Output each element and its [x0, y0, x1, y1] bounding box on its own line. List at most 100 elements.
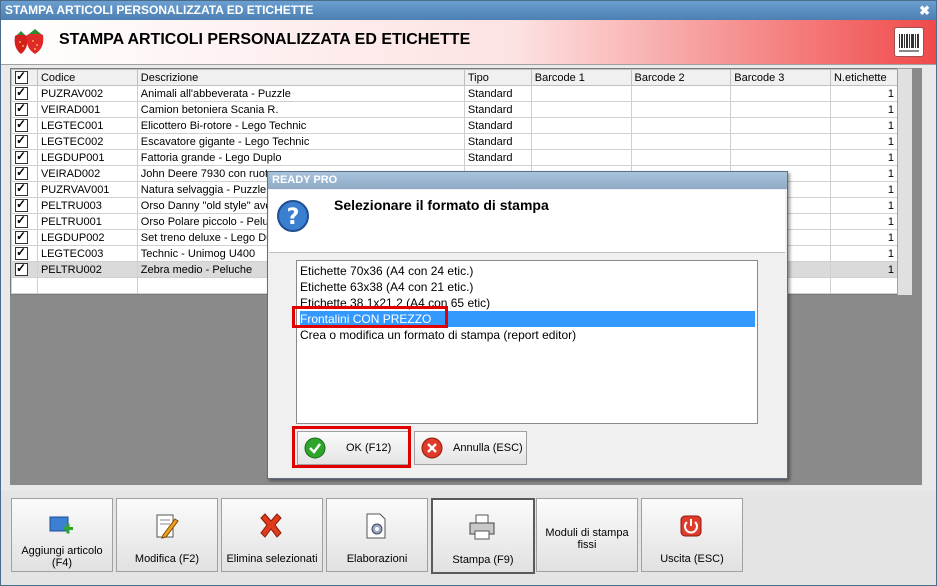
- cell-code: PELTRU002: [36, 261, 138, 278]
- row-checkbox[interactable]: [11, 245, 38, 262]
- cell-labels: 1: [829, 165, 899, 182]
- cell-description: Escavatore gigante - Lego Technic: [136, 133, 465, 150]
- column-header-barcode-2[interactable]: Barcode 2: [630, 69, 732, 86]
- dialog-titlebar[interactable]: READY PRO: [268, 172, 787, 189]
- list-item[interactable]: Etichette 70x36 (A4 con 24 etic.): [300, 263, 755, 279]
- question-icon: ?: [277, 200, 309, 232]
- processing-button[interactable]: Elaborazioni: [326, 498, 428, 572]
- page-header: STAMPA ARTICOLI PERSONALIZZATA ED ETICHE…: [1, 20, 936, 65]
- cell-labels: 1: [829, 85, 899, 102]
- cell-code: PUZRVAV001: [36, 181, 138, 198]
- row-checkbox[interactable]: [11, 101, 38, 118]
- cell-labels: 1: [829, 261, 899, 278]
- exit-button[interactable]: Uscita (ESC): [641, 498, 743, 572]
- cell-labels: 1: [829, 149, 899, 166]
- row-checkbox[interactable]: [11, 165, 38, 182]
- cell-labels: 1: [829, 133, 899, 150]
- dialog-message: Selezionare il formato di stampa: [334, 197, 549, 213]
- window-title: STAMPA ARTICOLI PERSONALIZZATA ED ETICHE…: [5, 3, 314, 17]
- cell-code: LEGTEC001: [36, 117, 138, 134]
- cell-barcode-3: [730, 149, 831, 166]
- cell-barcode-2: [630, 101, 732, 118]
- row-checkbox[interactable]: [11, 197, 38, 214]
- strawberry-logo-icon: [14, 29, 44, 54]
- cancel-label: Annulla (ESC): [453, 442, 523, 454]
- row-checkbox[interactable]: [11, 117, 38, 134]
- list-item[interactable]: Crea o modifica un formato di stampa (re…: [300, 327, 755, 343]
- cell-labels: 1: [829, 101, 899, 118]
- document-gear-icon: [366, 513, 386, 539]
- cancel-button[interactable]: Annulla (ESC): [414, 431, 527, 465]
- delete-selected-button[interactable]: Elimina selezionati: [221, 498, 323, 572]
- cell-empty: [36, 277, 138, 294]
- edit-button[interactable]: Modifica (F2): [116, 498, 218, 572]
- cell-description: Fattoria grande - Lego Duplo: [136, 149, 465, 166]
- row-checkbox[interactable]: [11, 213, 38, 230]
- cell-description: Elicottero Bi-rotore - Lego Technic: [136, 117, 465, 134]
- close-icon[interactable]: ✖: [919, 1, 930, 20]
- list-item[interactable]: Etichette 63x38 (A4 con 21 etic.): [300, 279, 755, 295]
- cell-barcode-3: [730, 101, 831, 118]
- add-item-icon: [49, 516, 73, 534]
- cell-code: PUZRAV002: [36, 85, 138, 102]
- add-article-button[interactable]: Aggiungi articolo (F4): [11, 498, 113, 572]
- cell-barcode-3: [730, 133, 831, 150]
- row-checkbox[interactable]: [11, 85, 38, 102]
- print-format-dialog: READY PRO ? Selezionare il formato di st…: [267, 171, 788, 479]
- column-header-description[interactable]: Descrizione: [136, 69, 465, 86]
- cell-description: Camion betoniera Scania R.: [136, 101, 465, 118]
- grid-vertical-scrollbar[interactable]: [897, 68, 913, 297]
- exit-label: Uscita (ESC): [660, 553, 724, 565]
- delete-selected-label: Elimina selezionati: [226, 553, 318, 565]
- column-header-type[interactable]: Tipo: [463, 69, 532, 86]
- row-checkbox[interactable]: [11, 149, 38, 166]
- row-checkbox[interactable]: [11, 133, 38, 150]
- print-format-list[interactable]: Etichette 70x36 (A4 con 24 etic.) Etiche…: [296, 260, 758, 424]
- cell-description: Animali all'abbeverata - Puzzle: [136, 85, 465, 102]
- cell-barcode-1: [530, 85, 632, 102]
- select-all-checkbox[interactable]: [11, 69, 38, 86]
- page-title: STAMPA ARTICOLI PERSONALIZZATA ED ETICHE…: [59, 31, 471, 48]
- barcode-icon: [894, 27, 924, 57]
- cell-barcode-2: [630, 149, 732, 166]
- highlight-box-ok: [292, 426, 411, 468]
- cell-code: PELTRU003: [36, 197, 138, 214]
- svg-text:?: ?: [287, 205, 300, 230]
- cell-code: LEGDUP002: [36, 229, 138, 246]
- panel-background: [912, 68, 922, 295]
- grid-header-row: Codice Descrizione Tipo Barcode 1 Barcod…: [11, 69, 899, 86]
- table-row[interactable]: LEGTEC001Elicottero Bi-rotore - Lego Tec…: [11, 117, 899, 134]
- cell-empty: [829, 277, 899, 294]
- row-checkbox[interactable]: [11, 261, 38, 278]
- table-row[interactable]: LEGDUP001Fattoria grande - Lego DuploSta…: [11, 149, 899, 166]
- cell-labels: 1: [829, 229, 899, 246]
- cell-type: Standard: [463, 101, 532, 118]
- cell-labels: 1: [829, 197, 899, 214]
- cell-labels: 1: [829, 245, 899, 262]
- dialog-title: READY PRO: [272, 174, 338, 186]
- cell-barcode-3: [730, 85, 831, 102]
- column-header-labels[interactable]: N.etichette: [829, 69, 899, 86]
- cell-type: Standard: [463, 149, 532, 166]
- window-titlebar[interactable]: STAMPA ARTICOLI PERSONALIZZATA ED ETICHE…: [1, 1, 936, 20]
- cell-type: Standard: [463, 85, 532, 102]
- column-header-barcode-1[interactable]: Barcode 1: [530, 69, 632, 86]
- cell-labels: 1: [829, 213, 899, 230]
- cancel-icon: [421, 437, 443, 459]
- cell-empty: [11, 277, 38, 294]
- column-header-code[interactable]: Codice: [36, 69, 138, 86]
- table-row[interactable]: PUZRAV002Animali all'abbeverata - Puzzle…: [11, 85, 899, 102]
- column-header-barcode-3[interactable]: Barcode 3: [730, 69, 831, 86]
- table-row[interactable]: VEIRAD001Camion betoniera Scania R.Stand…: [11, 101, 899, 118]
- cell-type: Standard: [463, 133, 532, 150]
- processing-label: Elaborazioni: [346, 553, 408, 565]
- print-button[interactable]: Stampa (F9): [431, 498, 535, 574]
- cell-type: Standard: [463, 117, 532, 134]
- fixed-print-modules-button[interactable]: Moduli di stampa fissi: [536, 498, 638, 572]
- row-checkbox[interactable]: [11, 229, 38, 246]
- table-row[interactable]: LEGTEC002Escavatore gigante - Lego Techn…: [11, 133, 899, 150]
- cell-code: VEIRAD002: [36, 165, 138, 182]
- row-checkbox[interactable]: [11, 181, 38, 198]
- cell-code: VEIRAD001: [36, 101, 138, 118]
- dialog-header: ? Selezionare il formato di stampa: [269, 190, 785, 253]
